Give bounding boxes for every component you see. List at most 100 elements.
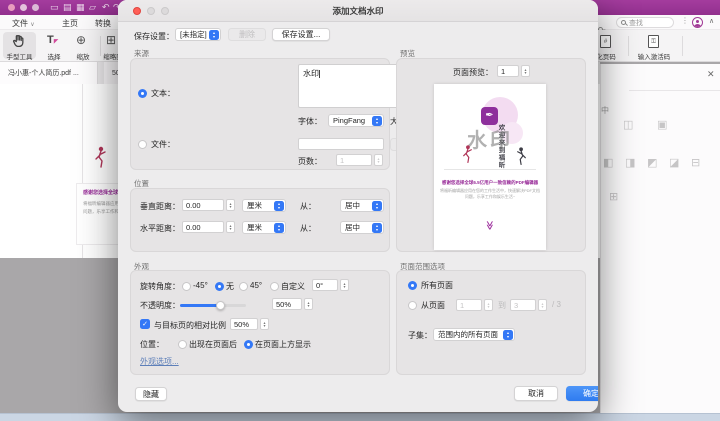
text-source-label: 文本： — [151, 88, 175, 99]
zoom-traffic-light[interactable] — [32, 4, 39, 11]
opacity-slider-knob[interactable] — [216, 301, 225, 310]
select-tool-icon[interactable]: T◤ — [47, 34, 58, 46]
text-source-radio[interactable] — [138, 89, 147, 98]
rotate-45-label: 45° — [250, 281, 262, 290]
page-number-icon[interactable]: # — [600, 35, 611, 48]
horizontal-unit-popup[interactable]: 厘米 — [242, 221, 286, 234]
account-avatar[interactable] — [692, 17, 703, 28]
above-page-radio[interactable] — [244, 340, 253, 349]
menu-home[interactable]: 主页 — [62, 18, 78, 29]
popup-caret-icon — [503, 330, 513, 340]
all-pages-label: 所有页面 — [421, 280, 453, 291]
rotate-45-radio[interactable] — [239, 282, 248, 291]
relative-scale-checkbox[interactable]: ✓ — [140, 319, 150, 329]
popup-caret-icon — [372, 201, 382, 211]
thumbnail-tool-icon[interactable]: ⊞ — [106, 33, 116, 47]
tab-document-1[interactable]: 冯小惠-个人简历.pdf ... — [0, 62, 98, 84]
horizontal-distance-label: 水平距离： — [140, 223, 180, 234]
text-cursor — [319, 70, 320, 78]
behind-page-radio[interactable] — [178, 340, 187, 349]
align-icon[interactable]: ▣ — [657, 118, 667, 131]
opacity-label: 不透明度： — [140, 300, 180, 311]
file-source-radio[interactable] — [138, 140, 147, 149]
appearance-options-link[interactable]: 外观选项... — [140, 356, 179, 367]
rotate-neg45-radio[interactable] — [182, 282, 191, 291]
menu-file[interactable]: 文件 ∨ — [12, 18, 35, 29]
rotate-none-label: 无 — [226, 281, 234, 292]
save-settings-button[interactable]: 保存设置... — [272, 28, 330, 41]
to-page-stepper — [538, 299, 547, 311]
subset-popup[interactable]: 范围内的所有页面 — [433, 328, 515, 341]
close-traffic-light[interactable] — [8, 4, 15, 11]
minimize-traffic-light[interactable] — [20, 4, 27, 11]
vertical-distance-stepper[interactable] — [226, 199, 235, 211]
subset-value: 范围内的所有页面 — [438, 329, 498, 340]
file-source-label: 文件： — [151, 139, 175, 150]
preset-popup[interactable]: [未指定] — [175, 28, 221, 41]
print-icon[interactable]: ▦ — [76, 1, 85, 14]
foxit-app-icon: ✒ — [481, 107, 498, 125]
preset-value: [未指定] — [180, 29, 207, 40]
preview-welcome-title: 感谢您选择全球6.5亿用户一致信赖的PDF编辑器 — [437, 180, 543, 186]
search-input[interactable]: 查找 — [616, 17, 674, 28]
rotate-none-radio[interactable] — [215, 282, 224, 291]
new-document-icon[interactable]: ▱ — [89, 1, 96, 14]
rotate-custom-field[interactable]: 0° — [312, 279, 338, 291]
page-preview-stepper[interactable] — [521, 65, 530, 77]
zoom-tool-icon[interactable]: ⊕ — [76, 33, 86, 47]
all-pages-radio[interactable] — [408, 281, 417, 290]
opacity-field[interactable]: 50% — [272, 298, 302, 310]
from-page-field: 1 — [456, 299, 482, 311]
rotate-neg45-label: -45° — [193, 281, 208, 290]
align-icon[interactable]: ◨ — [625, 156, 635, 169]
font-value: PingFang — [333, 116, 365, 125]
preview-thumbnail: ✒ 欢迎来到福昕 水印 感谢您选择全球6.5亿用户一致信赖的PDF编辑器 将福昕… — [434, 84, 546, 250]
popup-caret-icon — [372, 116, 382, 126]
hand-tool-label: 手型工具 — [3, 51, 36, 61]
collapse-ribbon-icon[interactable]: ∧ — [709, 17, 714, 25]
align-icon[interactable]: ◪ — [669, 156, 679, 169]
opacity-stepper[interactable] — [304, 298, 313, 310]
file-path-input[interactable] — [298, 138, 384, 150]
relative-scale-label: 与目标页的相对比例 — [154, 320, 226, 331]
page-preview-field[interactable]: 1 — [497, 65, 519, 77]
menu-convert[interactable]: 转换 — [95, 18, 111, 29]
align-icon[interactable]: ◩ — [647, 156, 657, 169]
open-icon[interactable]: ▭ — [50, 1, 59, 14]
from-page-radio[interactable] — [408, 301, 417, 310]
vertical-from-popup[interactable]: 居中 — [340, 199, 384, 212]
double-chevron-down-icon: ≫ — [484, 221, 495, 230]
hide-button[interactable]: 隐藏 — [135, 387, 167, 401]
relative-scale-field[interactable]: 50% — [230, 318, 258, 330]
panel-divider — [629, 90, 720, 91]
unit-value: 厘米 — [247, 222, 262, 233]
rotate-custom-label: 自定义 — [281, 281, 305, 292]
save-icon[interactable]: ▤ — [63, 1, 72, 14]
position-box — [130, 188, 390, 252]
from-value: 居中 — [345, 200, 360, 211]
vertical-unit-popup[interactable]: 厘米 — [242, 199, 286, 212]
popup-caret-icon — [209, 30, 219, 40]
horizontal-distance-stepper[interactable] — [226, 221, 235, 233]
panel-partial-label: 中 — [601, 105, 609, 116]
cancel-button[interactable]: 取消 — [514, 386, 558, 401]
horizontal-from-popup[interactable]: 居中 — [340, 221, 384, 234]
undo-icon[interactable]: ↶ — [102, 1, 110, 14]
rotate-custom-radio[interactable] — [270, 282, 279, 291]
close-panel-icon[interactable]: ✕ — [707, 69, 715, 80]
vertical-distance-field[interactable]: 0.00 — [182, 199, 224, 211]
more-options-icon[interactable]: ⋮ — [681, 16, 689, 25]
relative-scale-stepper[interactable] — [260, 318, 269, 330]
horizontal-distance-field[interactable]: 0.00 — [182, 221, 224, 233]
to-page-field: 3 — [510, 299, 536, 311]
align-icon[interactable]: ◧ — [603, 156, 613, 169]
rotate-custom-stepper[interactable] — [340, 279, 349, 291]
distribute-icon[interactable]: ⊞ — [609, 190, 618, 203]
font-popup[interactable]: PingFang — [328, 114, 384, 127]
align-icon[interactable]: ◫ — [623, 118, 633, 131]
opacity-slider-fill — [180, 304, 220, 307]
align-icon[interactable]: ⊟ — [691, 156, 700, 169]
tab-1-label: 冯小惠-个人简历.pdf ... — [8, 68, 79, 78]
ok-button[interactable]: 确定 — [566, 386, 598, 401]
activation-code-icon[interactable]: ⚿ — [648, 35, 659, 48]
